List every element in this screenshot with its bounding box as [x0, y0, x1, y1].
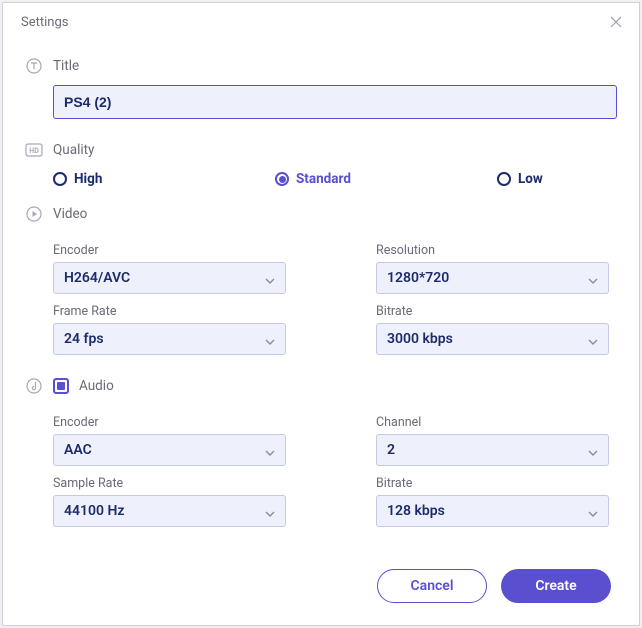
title-input[interactable] — [53, 85, 617, 119]
title-label: Title — [53, 58, 79, 74]
titlebar: Settings — [3, 3, 639, 37]
audio-encoder-select[interactable]: AAC — [53, 434, 286, 466]
quality-label: Quality — [53, 142, 94, 158]
audio-samplerate-label: Sample Rate — [53, 476, 286, 491]
window-title: Settings — [21, 15, 68, 30]
video-framerate-select[interactable]: 24 fps — [53, 323, 286, 355]
audio-label: Audio — [79, 378, 114, 394]
chevron-down-icon — [265, 269, 275, 288]
footer: Cancel Create — [3, 549, 639, 625]
svg-text:HD: HD — [29, 147, 39, 155]
music-icon — [25, 377, 43, 395]
audio-samplerate-select[interactable]: 44100 Hz — [53, 495, 286, 527]
quality-radio-low[interactable]: Low — [497, 171, 607, 187]
audio-bitrate-label: Bitrate — [376, 476, 609, 491]
quality-section-header: HD Quality — [25, 141, 617, 159]
cancel-button[interactable]: Cancel — [377, 569, 487, 603]
chevron-down-icon — [588, 502, 598, 521]
video-bitrate-label: Bitrate — [376, 304, 609, 319]
video-encoder-label: Encoder — [53, 243, 286, 258]
chevron-down-icon — [588, 269, 598, 288]
hd-icon: HD — [25, 141, 43, 159]
select-value: 1280*720 — [387, 270, 449, 286]
audio-encoder-label: Encoder — [53, 415, 286, 430]
select-value: 2 — [387, 442, 395, 458]
audio-channel-select[interactable]: 2 — [376, 434, 609, 466]
chevron-down-icon — [265, 502, 275, 521]
title-section-header: Title — [25, 57, 617, 75]
video-framerate-label: Frame Rate — [53, 304, 286, 319]
select-value: H264/AVC — [64, 270, 130, 286]
select-value: 3000 kbps — [387, 331, 453, 347]
video-resolution-label: Resolution — [376, 243, 609, 258]
quality-radio-high[interactable]: High — [53, 171, 163, 187]
create-button[interactable]: Create — [501, 569, 611, 603]
select-value: 128 kbps — [387, 503, 445, 519]
quality-label-standard: Standard — [296, 171, 351, 187]
video-label: Video — [53, 206, 87, 222]
video-bitrate-select[interactable]: 3000 kbps — [376, 323, 609, 355]
chevron-down-icon — [588, 330, 598, 349]
select-value: 24 fps — [64, 331, 104, 347]
chevron-down-icon — [265, 441, 275, 460]
video-encoder-select[interactable]: H264/AVC — [53, 262, 286, 294]
chevron-down-icon — [588, 441, 598, 460]
select-value: 44100 Hz — [64, 503, 124, 519]
quality-radio-standard[interactable]: Standard — [275, 171, 385, 187]
close-icon[interactable] — [607, 13, 625, 31]
audio-checkbox[interactable] — [53, 378, 69, 394]
radio-icon — [53, 172, 67, 186]
video-section-header: Video — [25, 205, 617, 223]
quality-options: High Standard Low — [25, 171, 617, 187]
audio-section-header: Audio — [25, 377, 617, 395]
settings-window: Settings Title HD Quality High — [2, 2, 640, 626]
audio-channel-label: Channel — [376, 415, 609, 430]
audio-bitrate-select[interactable]: 128 kbps — [376, 495, 609, 527]
chevron-down-icon — [265, 330, 275, 349]
play-icon — [25, 205, 43, 223]
content: Title HD Quality High Standard Low — [3, 37, 639, 549]
title-icon — [25, 57, 43, 75]
radio-icon — [497, 172, 511, 186]
quality-label-high: High — [74, 171, 102, 187]
quality-label-low: Low — [518, 171, 543, 187]
select-value: AAC — [64, 442, 92, 458]
radio-icon — [275, 172, 289, 186]
video-resolution-select[interactable]: 1280*720 — [376, 262, 609, 294]
